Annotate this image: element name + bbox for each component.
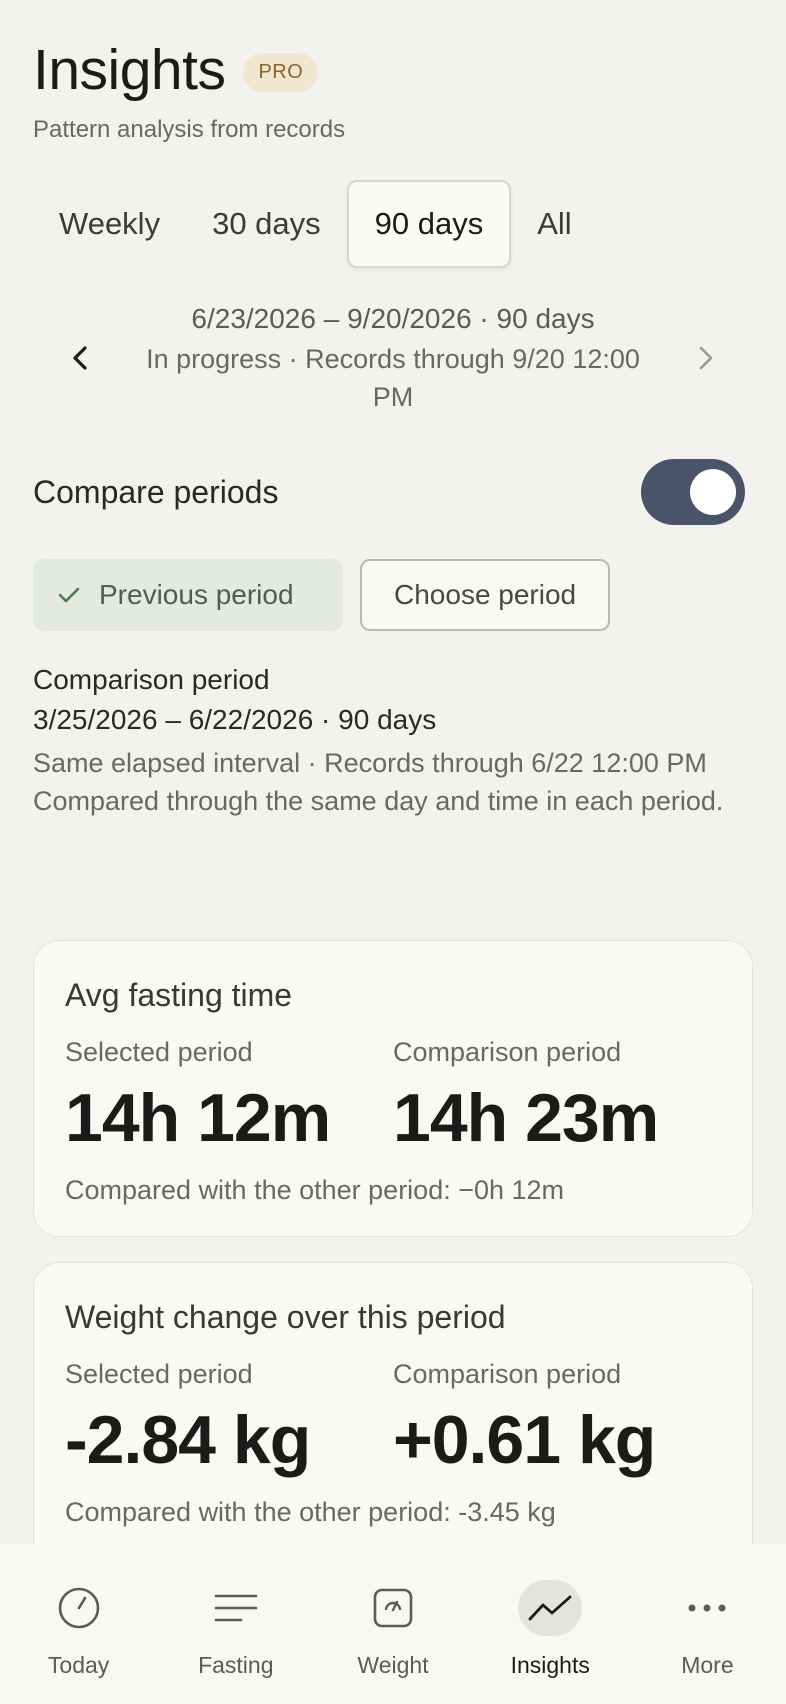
period-range: 6/23/2026 – 9/20/2026 · 90 days — [191, 303, 595, 334]
clock-icon — [47, 1580, 111, 1636]
comparison-period-range: 3/25/2026 – 6/22/2026 · 90 days — [33, 704, 437, 735]
comparison-method-note: Compared through the same day and time i… — [33, 786, 724, 816]
period-navigator: 6/23/2026 – 9/20/2026 · 90 days In progr… — [50, 298, 736, 422]
nav-label: More — [681, 1652, 734, 1678]
selected-metric: Selected period -2.84 kg — [65, 1357, 393, 1483]
previous-period-button[interactable] — [60, 338, 100, 378]
more-icon — [675, 1580, 739, 1636]
tab-30-days[interactable]: 30 days — [186, 180, 347, 268]
previous-period-chip-label: Previous period — [99, 579, 294, 610]
period-summary: 6/23/2026 – 9/20/2026 · 90 days In progr… — [130, 298, 656, 416]
compare-periods-toggle[interactable] — [641, 459, 745, 525]
title-row: Insights PRO — [33, 38, 345, 102]
previous-period-chip[interactable]: Previous period — [33, 559, 343, 631]
card-title: Avg fasting time — [65, 977, 293, 1013]
comparison-period-label: Comparison period — [393, 1359, 622, 1389]
list-icon — [204, 1580, 268, 1636]
difference-text: Compared with the other period: -3.45 kg — [65, 1497, 556, 1527]
nav-label: Fasting — [198, 1652, 274, 1678]
page-title: Insights — [33, 38, 226, 102]
check-icon — [57, 583, 81, 607]
nav-label: Today — [47, 1652, 110, 1678]
nav-label: Weight — [357, 1652, 429, 1678]
avg-fasting-card: Avg fasting time Selected period 14h 12m… — [33, 940, 753, 1237]
comparison-mode-chips: Previous period Choose period — [33, 559, 611, 631]
metrics-row: Selected period 14h 12m Comparison perio… — [65, 1035, 721, 1161]
choose-period-chip[interactable]: Choose period — [360, 559, 611, 631]
bottom-navigation: Today Fasting Weight Insights More — [0, 1544, 786, 1704]
header: Insights PRO Pattern analysis from recor… — [33, 38, 345, 144]
chevron-right-icon — [699, 346, 713, 370]
selected-period-label: Selected period — [65, 1037, 253, 1067]
comparison-info: Comparison period 3/25/2026 – 6/22/2026 … — [33, 662, 753, 820]
insights-screen: Insights PRO Pattern analysis from recor… — [0, 0, 786, 1544]
selected-metric: Selected period 14h 12m — [65, 1035, 393, 1161]
card-title: Weight change over this period — [65, 1299, 506, 1335]
selected-period-label: Selected period — [65, 1359, 253, 1389]
toggle-knob — [690, 469, 736, 515]
nav-weight[interactable]: Weight — [314, 1544, 471, 1704]
comparison-metric: Comparison period +0.61 kg — [393, 1357, 721, 1483]
page-subtitle: Pattern analysis from records — [33, 116, 346, 143]
tab-all[interactable]: All — [511, 180, 597, 268]
scale-icon — [361, 1580, 425, 1636]
metrics-row: Selected period -2.84 kg Comparison peri… — [65, 1357, 721, 1483]
compare-periods-label: Compare periods — [33, 473, 279, 510]
comparison-period-value: +0.61 kg — [393, 1402, 656, 1478]
comparison-interval-note: Same elapsed interval · Records through … — [33, 748, 707, 778]
comparison-metric: Comparison period 14h 23m — [393, 1035, 721, 1161]
selected-period-value: 14h 12m — [65, 1080, 331, 1156]
comparison-period-label: Comparison period — [393, 1037, 622, 1067]
period-status: In progress · Records through 9/20 12:00… — [146, 344, 640, 412]
nav-fasting[interactable]: Fasting — [157, 1544, 314, 1704]
weight-change-card: Weight change over this period Selected … — [33, 1262, 753, 1544]
nav-label: Insights — [510, 1652, 590, 1678]
comparison-period-value: 14h 23m — [393, 1080, 659, 1156]
tab-90-days[interactable]: 90 days — [346, 180, 512, 268]
range-tabs: Weekly 30 days 90 days All — [33, 180, 598, 268]
chevron-left-icon — [73, 346, 87, 370]
nav-more[interactable]: More — [629, 1544, 786, 1704]
compare-periods-row: Compare periods — [33, 458, 745, 526]
nav-insights[interactable]: Insights — [472, 1544, 629, 1704]
next-period-button[interactable] — [686, 338, 726, 378]
difference-text: Compared with the other period: −0h 12m — [65, 1175, 565, 1205]
comparison-period-label: Comparison period — [33, 664, 270, 695]
nav-today[interactable]: Today — [0, 1544, 157, 1704]
pro-badge: PRO — [243, 52, 319, 92]
selected-period-value: -2.84 kg — [65, 1402, 311, 1478]
trend-icon — [518, 1580, 583, 1636]
tab-weekly[interactable]: Weekly — [33, 180, 186, 268]
